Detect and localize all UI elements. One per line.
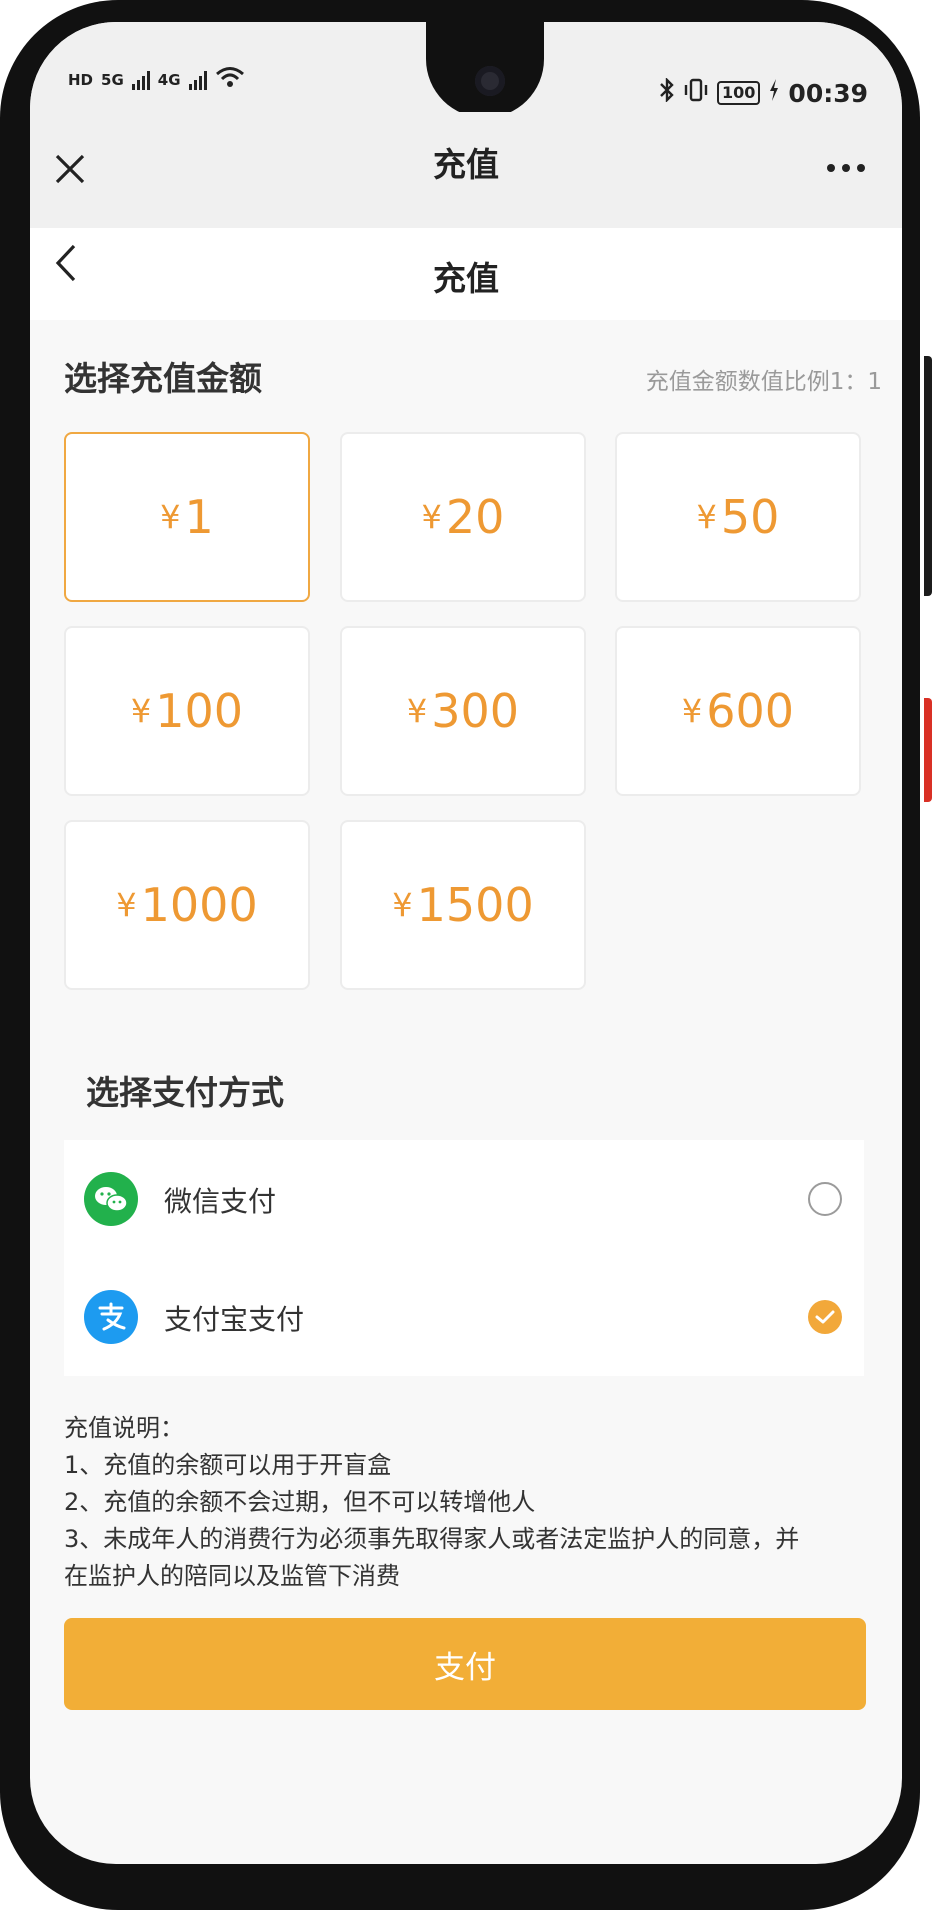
amount-value: 600 — [706, 684, 795, 738]
clock: 00:39 — [788, 78, 868, 108]
amount-value: 1500 — [416, 878, 534, 932]
payment-method-alipay[interactable]: 支付宝支付 — [64, 1258, 864, 1376]
wifi-icon — [215, 66, 245, 94]
signal-bars-icon-2 — [188, 70, 207, 90]
title-bar-title: 充值 — [433, 145, 499, 184]
amount-option-300[interactable]: ¥300 — [340, 626, 586, 796]
charging-icon — [768, 78, 780, 108]
amount-value: 1 — [184, 490, 214, 544]
recharge-notes: 充值说明： 1、充值的余额可以用于开盲盒 2、充值的余额不会过期，但不可以转增他… — [64, 1410, 884, 1595]
payment-section-title: 选择支付方式 — [86, 1073, 284, 1112]
notes-line: 1、充值的余额可以用于开盲盒 — [64, 1451, 392, 1479]
battery-icon: 100 — [717, 81, 761, 105]
amount-value: 300 — [431, 684, 520, 738]
radio-unchecked-icon[interactable] — [808, 1182, 842, 1216]
wechat-pay-icon — [84, 1172, 138, 1226]
ratio-note: 充值金额数值比例1：1 — [645, 369, 882, 395]
more-icon[interactable] — [826, 146, 866, 181]
payment-method-wechat[interactable]: 微信支付 — [64, 1140, 864, 1258]
currency-symbol: ¥ — [116, 886, 137, 924]
payment-methods: 微信支付 支付宝支付 — [64, 1140, 864, 1376]
amount-option-1500[interactable]: ¥1500 — [340, 820, 586, 990]
amount-option-1000[interactable]: ¥1000 — [64, 820, 310, 990]
screen: HD 5G 4G 100 00:39 充值 充值 选择充值金额 充值金额数值比例… — [30, 22, 902, 1864]
page-title: 充值 — [433, 259, 499, 298]
power-button — [924, 698, 932, 802]
radio-checked-icon[interactable] — [808, 1300, 842, 1334]
notes-line: 3、未成年人的消费行为必须事先取得家人或者法定监护人的同意，并 — [64, 1525, 800, 1553]
payment-method-label: 微信支付 — [164, 1185, 277, 1218]
amount-value: 20 — [445, 490, 505, 544]
bluetooth-icon — [659, 77, 675, 108]
amount-value: 100 — [155, 684, 244, 738]
currency-symbol: ¥ — [421, 498, 442, 536]
currency-symbol: ¥ — [406, 692, 428, 730]
volume-button — [924, 356, 932, 596]
amount-option-600[interactable]: ¥600 — [615, 626, 861, 796]
hd-indicator: HD — [68, 71, 94, 89]
signal-bars-icon — [131, 70, 150, 90]
signal-label-2: 4G — [157, 71, 181, 89]
currency-symbol: ¥ — [681, 692, 703, 730]
notes-heading: 充值说明： — [64, 1414, 184, 1442]
front-camera — [475, 66, 505, 96]
vibrate-icon — [683, 78, 709, 108]
currency-symbol: ¥ — [130, 692, 152, 730]
amount-option-20[interactable]: ¥20 — [340, 432, 586, 602]
pay-button[interactable]: 支付 — [64, 1618, 866, 1710]
amount-value: 50 — [720, 490, 780, 544]
notes-line: 2、充值的余额不会过期，但不可以转增他人 — [64, 1488, 536, 1516]
amount-option-1[interactable]: ¥1 — [64, 432, 310, 602]
currency-symbol: ¥ — [696, 498, 717, 536]
nav-bar: 充值 — [30, 228, 902, 320]
status-left: HD 5G 4G — [68, 66, 245, 94]
currency-symbol: ¥ — [392, 886, 413, 924]
title-bar: 充值 — [30, 112, 902, 228]
currency-symbol: ¥ — [160, 498, 181, 536]
amount-value: 1000 — [140, 878, 258, 932]
notes-line: 在监护人的陪同以及监管下消费 — [64, 1562, 400, 1590]
payment-method-label: 支付宝支付 — [164, 1303, 305, 1336]
status-right: 100 00:39 — [659, 77, 868, 108]
amount-option-100[interactable]: ¥100 — [64, 626, 310, 796]
amount-section-title: 选择充值金额 — [64, 359, 262, 398]
alipay-icon — [84, 1290, 138, 1344]
amount-option-50[interactable]: ¥50 — [615, 432, 861, 602]
signal-label-1: 5G — [101, 71, 124, 89]
